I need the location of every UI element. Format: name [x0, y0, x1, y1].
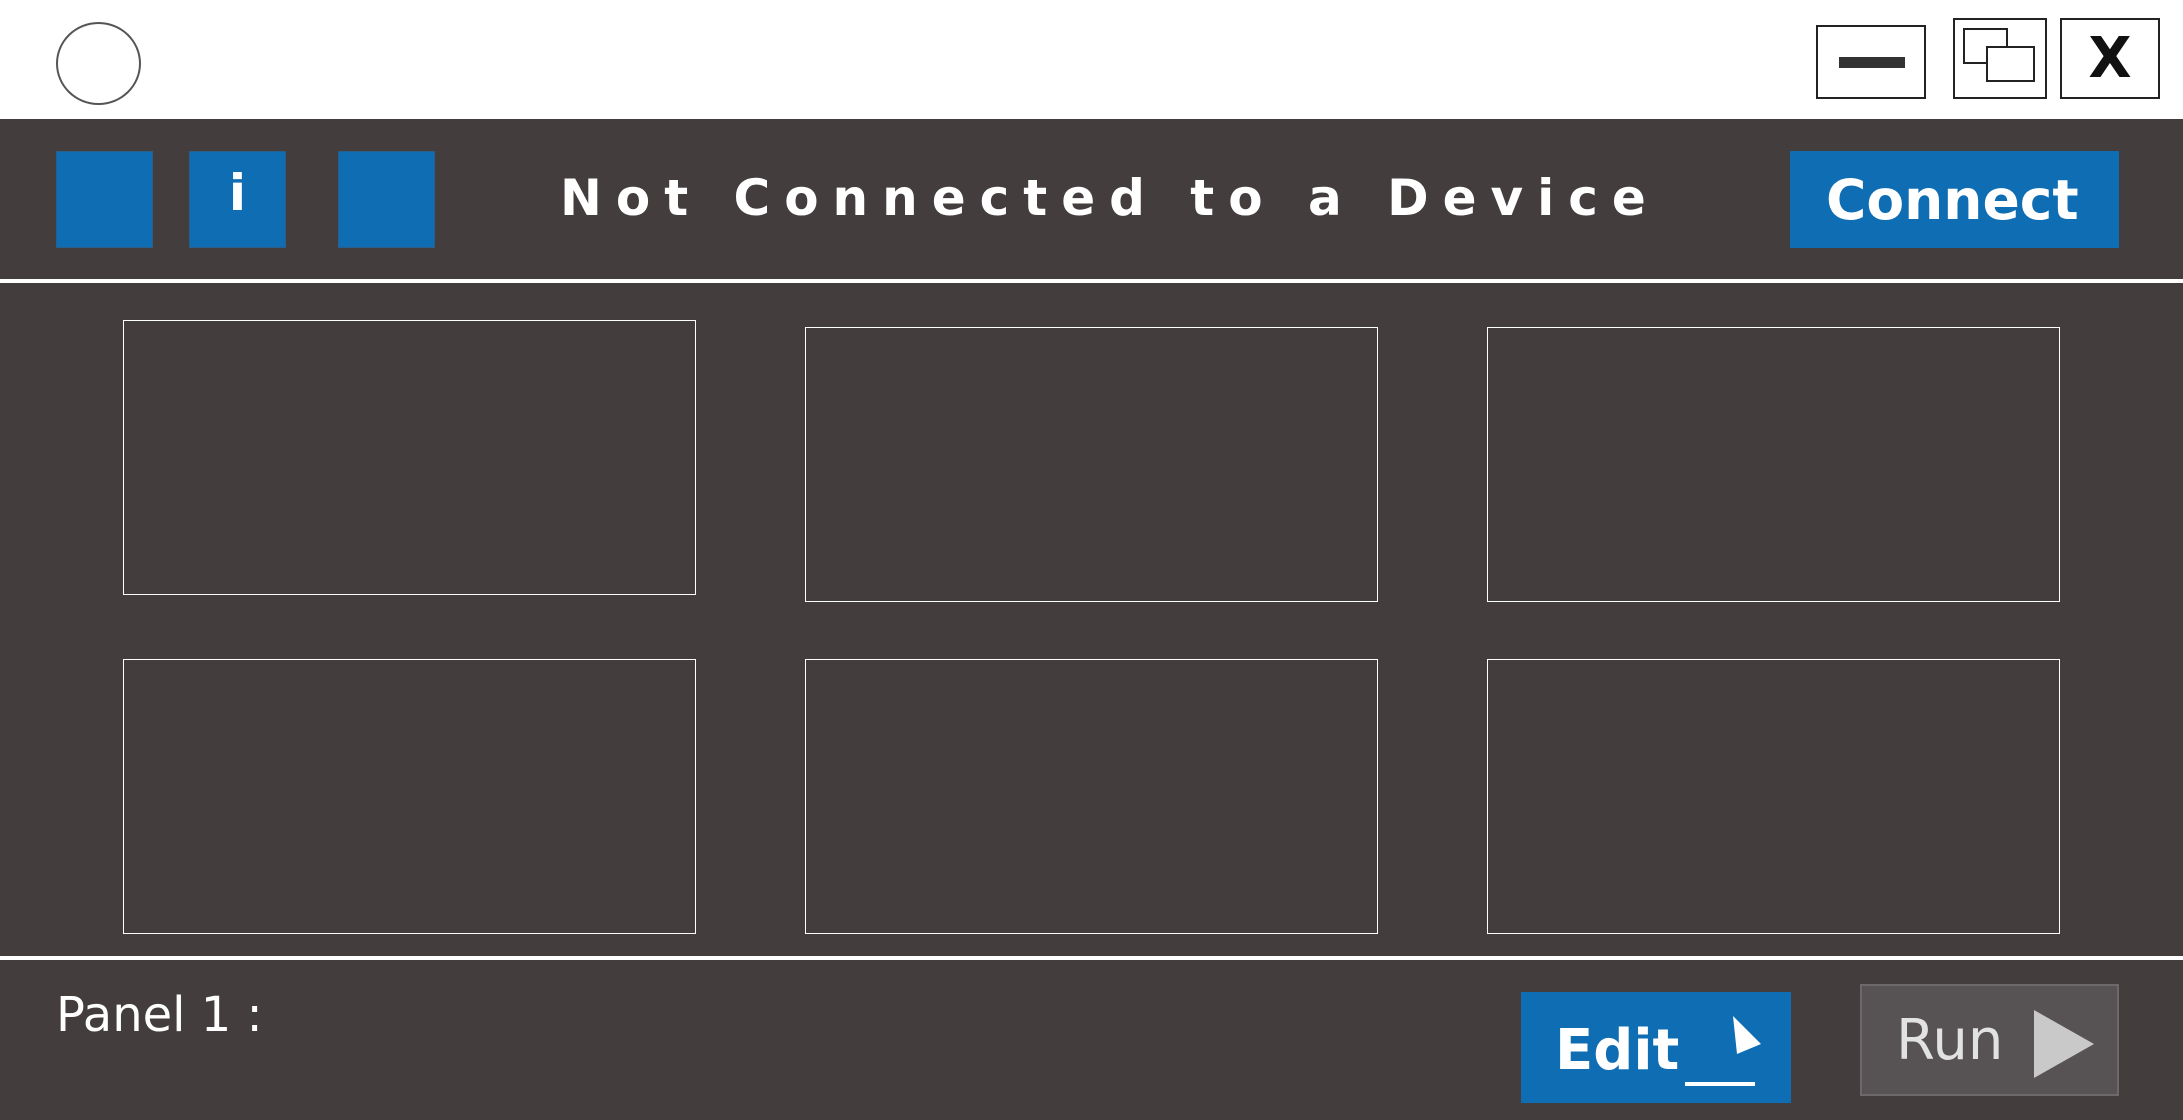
play-icon — [2034, 1010, 2094, 1078]
panel-slot-1[interactable] — [123, 320, 696, 595]
edit-label: Edit — [1555, 1018, 1680, 1083]
panel-label: Panel 1 : — [56, 987, 263, 1043]
restore-icon-front — [1986, 46, 2035, 82]
info-button[interactable]: i — [189, 151, 286, 248]
panel-slot-3[interactable] — [1487, 327, 2060, 602]
footer-divider — [0, 956, 2183, 960]
connect-button[interactable]: Connect — [1790, 151, 2119, 248]
minimize-button[interactable] — [1816, 25, 1926, 99]
header-divider — [0, 279, 2183, 283]
info-icon: i — [228, 163, 247, 222]
run-label: Run — [1896, 1008, 2004, 1073]
panel-slot-6[interactable] — [1487, 659, 2060, 934]
panel-slot-4[interactable] — [123, 659, 696, 934]
close-button[interactable]: X — [2060, 18, 2160, 99]
edit-button[interactable]: Edit — [1521, 992, 1791, 1103]
toolbar-button-1[interactable] — [56, 151, 153, 248]
restore-button[interactable] — [1953, 18, 2047, 99]
pencil-icon — [1685, 1016, 1761, 1086]
minimize-icon — [1839, 57, 1905, 68]
main-area: i Not Connected to a Device Connect Pane… — [0, 119, 2183, 1120]
app-circle-icon[interactable] — [56, 22, 141, 105]
title-bar: X — [0, 0, 2183, 119]
panel-slot-5[interactable] — [805, 659, 1378, 934]
close-icon: X — [2088, 26, 2132, 91]
connection-status: Not Connected to a Device — [560, 169, 1660, 227]
run-button[interactable]: Run — [1860, 984, 2119, 1096]
toolbar-button-3[interactable] — [338, 151, 435, 248]
panel-slot-2[interactable] — [805, 327, 1378, 602]
connect-label: Connect — [1826, 167, 2079, 232]
